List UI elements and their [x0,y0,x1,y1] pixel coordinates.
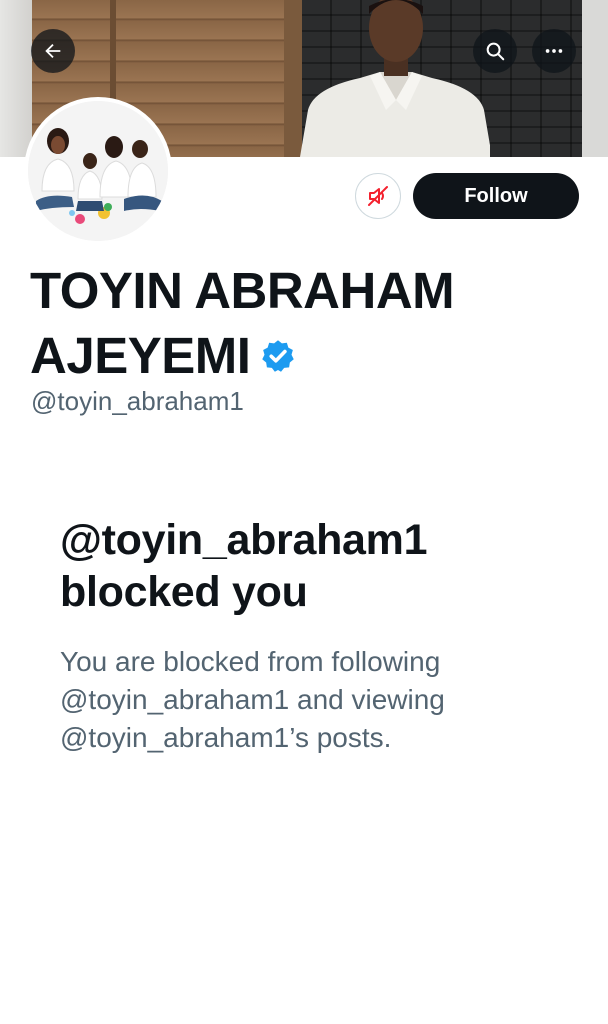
follow-button[interactable]: Follow [413,173,579,219]
banner-wall [0,0,32,157]
profile-display-name: TOYIN ABRAHAM AJEYEMI [30,258,570,388]
blocked-title: @toyin_abraham1 blocked you [60,514,580,618]
search-icon [486,42,505,61]
speaker-muted-icon [368,186,388,206]
display-name-line: TOYIN ABRAHAM [30,262,455,319]
verified-badge-icon[interactable] [260,338,296,374]
more-options-button[interactable] [532,29,576,73]
avatar-photo [28,101,168,241]
display-name-text: AJEYEMI [30,327,251,384]
more-horizontal-icon [545,49,563,53]
blocked-desc-line: @toyin_abraham1 and viewing [60,684,445,715]
profile-handle: @toyin_abraham1 [31,386,244,416]
blocked-desc-line: @toyin_abraham1’s posts. [60,722,392,753]
banner-wall [582,0,608,157]
blocked-description: You are blocked from following @toyin_ab… [60,643,580,757]
display-name-line: AJEYEMI [30,323,570,388]
blocked-title-line: blocked you [60,568,308,616]
arrow-left-icon [45,43,61,59]
blocked-title-line: @toyin_abraham1 [60,516,428,564]
back-button[interactable] [31,29,75,73]
search-button[interactable] [473,29,517,73]
blocked-desc-line: You are blocked from following [60,646,441,677]
profile-avatar[interactable] [24,97,172,245]
unmute-button[interactable] [355,173,401,219]
family-photo [28,101,168,241]
banner-person-photo [300,0,490,157]
